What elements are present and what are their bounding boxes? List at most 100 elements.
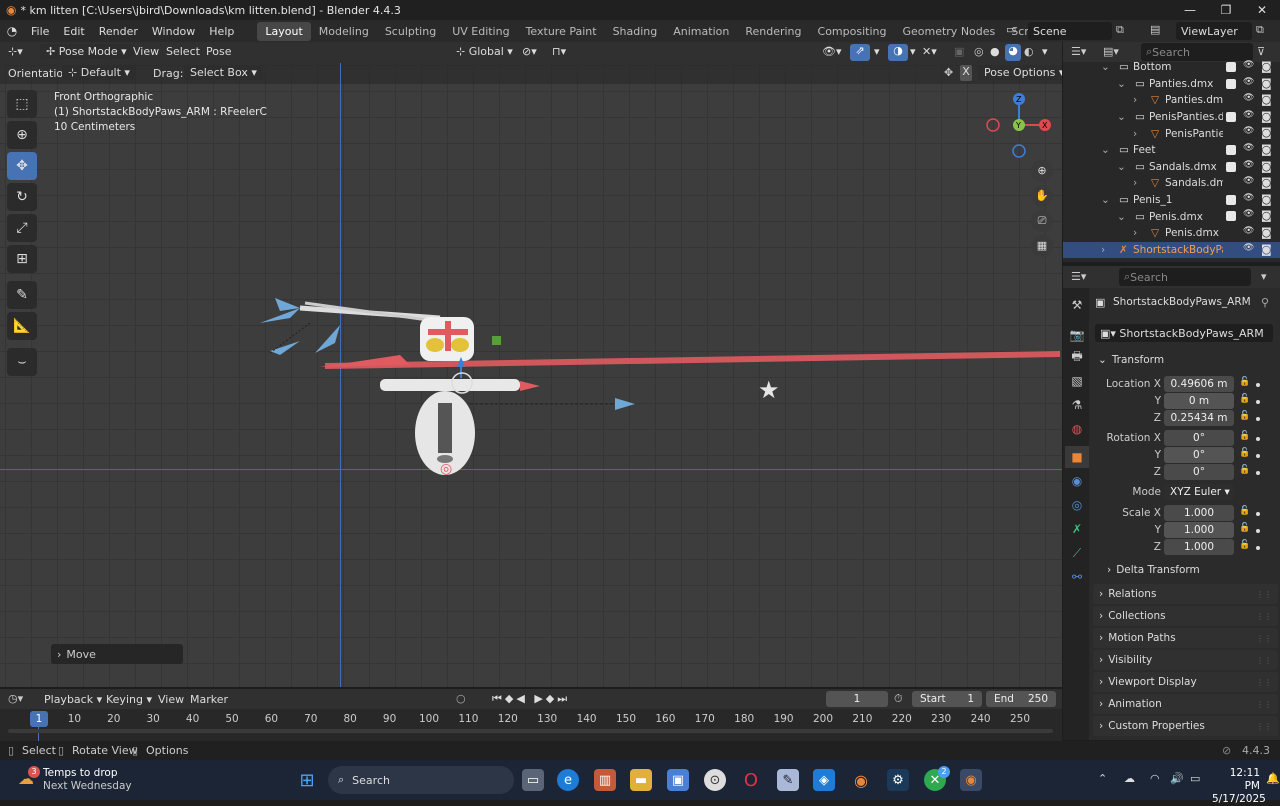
select-box-tool-icon[interactable]: ⬚ [7, 90, 37, 118]
bone-constraint-tab-icon[interactable]: ⚯ [1065, 566, 1089, 588]
lock-icon[interactable]: 🔓 [1239, 448, 1250, 458]
new-view-layer-icon[interactable]: ⧉ [1256, 23, 1264, 37]
overlays-dropdown-icon[interactable]: ▾ [910, 45, 916, 58]
timeline-editor-icon[interactable]: ◷▾ [8, 692, 23, 705]
tab-uv-editing[interactable]: UV Editing [444, 22, 517, 41]
chevron-right-icon[interactable]: › [1133, 94, 1137, 106]
tray-chevron-up-icon[interactable]: ⌃ [1098, 772, 1107, 785]
navigation-gizmo[interactable]: Z X Y [982, 89, 1058, 159]
object-visibility-icon[interactable]: 👁▾ [822, 45, 842, 58]
properties-panel-header[interactable]: › Collections ⋮⋮ [1093, 606, 1278, 626]
eye-icon[interactable]: 👁 [1243, 209, 1254, 219]
scale-tool-icon[interactable]: ⤢ [7, 214, 37, 242]
timeline-scrollbar[interactable] [8, 729, 1053, 733]
drag-handle-icon[interactable]: ⋮⋮ [1256, 700, 1272, 709]
annotate-tool-icon[interactable]: ✎ [7, 281, 37, 309]
end-frame-field[interactable]: End 250 [986, 691, 1056, 707]
3d-viewport[interactable]: Orientation: ⊹ Default ▾ Drag: Select Bo… [0, 63, 1062, 687]
relax-pose-tool-icon[interactable]: ⌣ [7, 348, 37, 376]
location-z-field[interactable]: 0.25434 m [1164, 410, 1234, 426]
tool-tab-icon[interactable]: ⚒ [1065, 294, 1089, 316]
outliner-row[interactable]: ⌄ ▭ Penis.dmx 👁 ◙ [1063, 208, 1280, 225]
lock-icon[interactable]: 🔓 [1239, 540, 1250, 550]
menu-timeline-view[interactable]: View [158, 693, 184, 706]
snap-icon[interactable]: ⊓▾ [552, 45, 566, 58]
drag-handle-icon[interactable]: ⋮⋮ [1256, 678, 1272, 687]
close-button[interactable]: ✕ [1244, 0, 1280, 20]
steam-icon[interactable]: ⚙ [887, 769, 909, 791]
drag-handle-icon[interactable]: ⋮⋮ [1256, 656, 1272, 665]
lock-icon[interactable]: 🔓 [1239, 377, 1250, 387]
outliner-row[interactable]: › ▽ Penis.dmx 👁 ◙ [1063, 225, 1280, 242]
menu-window[interactable]: Window [145, 25, 202, 38]
drag-handle-icon[interactable]: ⋮⋮ [1256, 612, 1272, 621]
view-layer-icon[interactable]: ▤ [1150, 23, 1160, 36]
outliner-row[interactable]: › ▽ Panties.dmx 👁 ◙ [1063, 92, 1280, 109]
lock-icon[interactable]: 🔓 [1239, 411, 1250, 421]
view-layer-tab-icon[interactable]: ▧ [1065, 370, 1089, 392]
exclude-checkbox[interactable] [1226, 211, 1236, 222]
transform-tool-icon[interactable]: ⊞ [7, 245, 37, 273]
camera-icon[interactable]: ◙ [1261, 110, 1272, 123]
cursor-tool-icon[interactable]: ⊕ [7, 121, 37, 149]
3d-cursor-icon[interactable]: ◎ [440, 461, 452, 477]
eye-icon[interactable]: 👁 [1243, 243, 1254, 253]
notes-app-icon[interactable]: ✎ [777, 769, 799, 791]
eye-icon[interactable]: 👁 [1243, 77, 1254, 87]
tab-layout[interactable]: Layout [257, 21, 311, 41]
clock-icon[interactable]: ⏱ [894, 692, 903, 706]
file-explorer-icon[interactable]: ▬ [630, 769, 652, 791]
keyframe-dot[interactable] [1256, 383, 1260, 387]
menu-render[interactable]: Render [92, 25, 145, 38]
camera-icon[interactable]: ◙ [1261, 193, 1272, 206]
eye-icon[interactable]: 👁 [1243, 176, 1254, 186]
transform-panel-header[interactable]: ⌄ Transform [1093, 350, 1278, 370]
taskbar-search[interactable]: ⌕ Search [328, 766, 514, 794]
tab-geometry-nodes[interactable]: Geometry Nodes [894, 22, 1003, 41]
scale-y-field[interactable]: 1.000 [1164, 522, 1234, 538]
lock-icon[interactable]: 🔓 [1239, 465, 1250, 475]
view-layer-selector[interactable]: ViewLayer [1176, 22, 1252, 40]
tab-animation[interactable]: Animation [665, 22, 737, 41]
outliner-row[interactable]: › ▽ Sandals.dmx 👁 ◙ [1063, 175, 1280, 192]
menu-edit[interactable]: Edit [56, 25, 91, 38]
blender-active-icon[interactable]: ◉ [960, 769, 982, 791]
output-tab-icon[interactable]: 🖶 [1065, 346, 1089, 368]
drag-handle-icon[interactable]: ⋮⋮ [1256, 722, 1272, 731]
tab-shading[interactable]: Shading [605, 22, 666, 41]
scene-tab-icon[interactable]: ⚗ [1065, 394, 1089, 416]
menu-playback[interactable]: Playback ▾ [44, 693, 102, 706]
keyframe-dot[interactable] [1256, 400, 1260, 404]
store-icon[interactable]: ▣ [667, 769, 689, 791]
dropbox-icon[interactable]: ◈ [813, 769, 835, 791]
weather-widget[interactable]: Temps to drop Next Wednesday [43, 767, 132, 793]
eye-icon[interactable]: 👁 [1243, 226, 1254, 236]
camera-icon[interactable]: ◙ [1261, 93, 1272, 106]
shading-dropdown-icon[interactable]: ▾ [1042, 45, 1048, 58]
battery-icon[interactable]: ▭ [1190, 772, 1200, 785]
exclude-checkbox[interactable] [1226, 161, 1236, 172]
scale-x-field[interactable]: 1.000 [1164, 505, 1234, 521]
overlays-toggle-icon[interactable]: ◑ [888, 44, 908, 61]
properties-panel-header[interactable]: › Viewport Display ⋮⋮ [1093, 672, 1278, 692]
edge-icon[interactable]: e [557, 769, 579, 791]
physics-tab-icon[interactable]: ◎ [1065, 494, 1089, 516]
menu-marker[interactable]: Marker [190, 693, 228, 706]
scale-z-field[interactable]: 1.000 [1164, 539, 1234, 555]
eye-icon[interactable]: 👁 [1243, 110, 1254, 120]
winrar-icon[interactable]: ▥ [594, 769, 616, 791]
volume-icon[interactable]: 🔊 [1170, 772, 1184, 785]
rotation-y-field[interactable]: 0° [1164, 447, 1234, 463]
exclude-checkbox[interactable] [1226, 62, 1236, 72]
gizmo-toggle-icon[interactable]: ⇗ [850, 44, 870, 61]
object-data-tab-icon[interactable]: ✗ [1065, 518, 1089, 540]
lock-icon[interactable]: 🔓 [1239, 394, 1250, 404]
bone-tab-icon[interactable]: ⟋ [1065, 542, 1089, 564]
keyframe-dot[interactable] [1256, 454, 1260, 458]
location-y-field[interactable]: 0 m [1164, 393, 1234, 409]
xray-icon[interactable]: ▣ [954, 45, 964, 58]
empty-star-icon[interactable]: ★ [758, 376, 780, 404]
tab-rendering[interactable]: Rendering [737, 22, 809, 41]
mirror-x-icon[interactable]: X [960, 65, 972, 81]
camera-icon[interactable]: ◙ [1261, 77, 1272, 90]
